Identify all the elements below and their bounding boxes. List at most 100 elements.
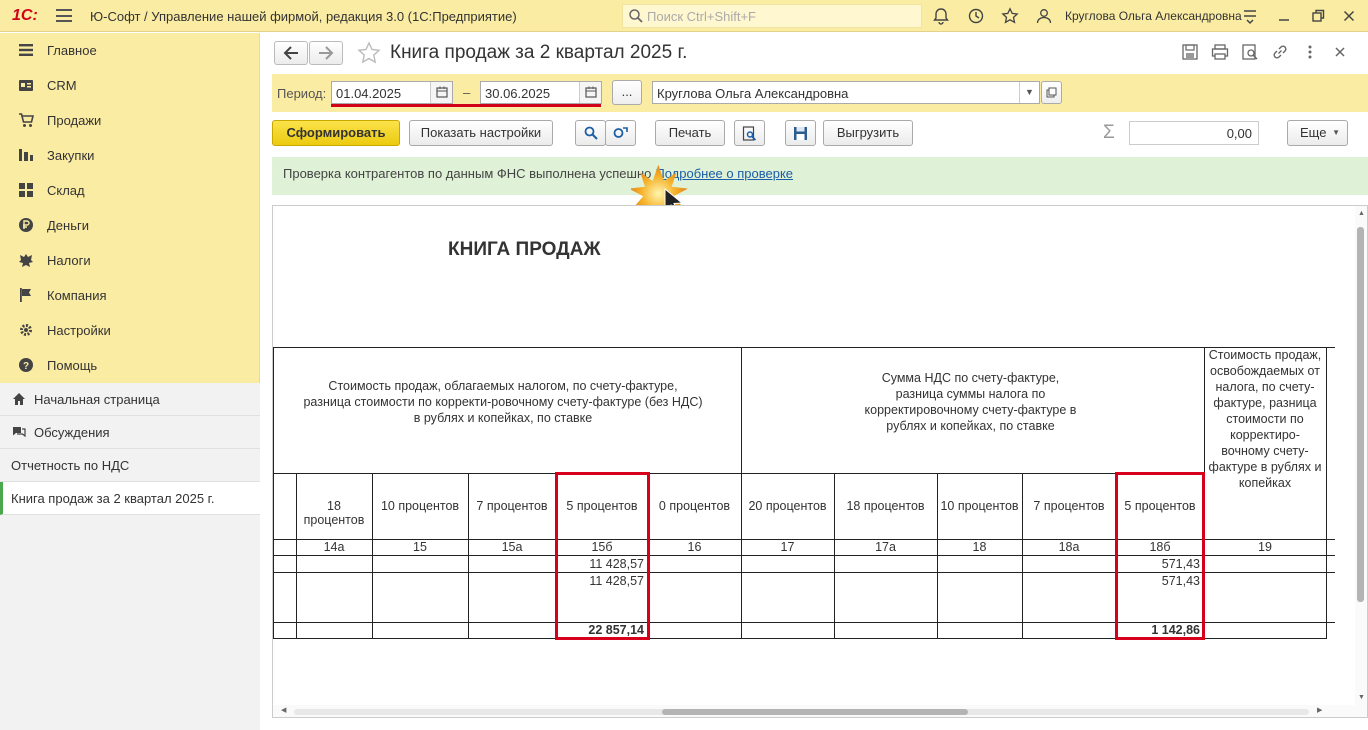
sum-field[interactable]: 0,00 xyxy=(1129,121,1259,145)
grid-line xyxy=(296,473,297,639)
column-code: 18 xyxy=(972,540,987,554)
save-icon[interactable] xyxy=(1181,43,1199,61)
notice-text: Проверка контрагентов по данным ФНС выпо… xyxy=(283,166,793,181)
sidebar-item-label: Склад xyxy=(47,183,85,198)
sidebar-item-sales[interactable]: Продажи xyxy=(0,103,260,138)
scroll-right-icon[interactable]: ▶ xyxy=(1317,706,1322,714)
main-menu-icon[interactable] xyxy=(56,9,72,22)
purchases-icon xyxy=(19,149,33,161)
grid-line xyxy=(372,473,373,639)
link-icon[interactable] xyxy=(1271,43,1289,61)
column-code: 18а xyxy=(1058,540,1080,554)
print-button[interactable]: Печать xyxy=(655,120,725,146)
arrow-left-icon xyxy=(283,46,298,60)
period-dash: – xyxy=(463,85,471,100)
period-highlight-underline xyxy=(331,104,601,107)
app-title: Ю-Софт / Управление нашей фирмой, редакц… xyxy=(90,9,517,24)
find-button[interactable] xyxy=(575,120,606,146)
horizontal-scrollbar[interactable]: ◀ ▶ xyxy=(273,705,1367,717)
column-header: 20 процентов xyxy=(748,499,827,513)
show-settings-button[interactable]: Показать настройки xyxy=(409,120,553,146)
vertical-scrollbar[interactable]: ▲ ▼ xyxy=(1355,206,1367,717)
crm-icon xyxy=(19,80,33,91)
nav-discussions[interactable]: Обсуждения xyxy=(0,416,260,449)
minimize-icon[interactable] xyxy=(1275,7,1293,25)
back-button[interactable] xyxy=(274,41,308,65)
scroll-up-icon[interactable]: ▲ xyxy=(1358,210,1365,217)
period-select-button[interactable]: ... xyxy=(612,80,642,105)
organization-field[interactable]: Круглова Ольга Александровна ▼ xyxy=(652,81,1040,104)
sidebar-item-purchases[interactable]: Закупки xyxy=(0,138,260,173)
verification-notice: Проверка контрагентов по данным ФНС выпо… xyxy=(272,157,1368,195)
column-code: 19 xyxy=(1258,540,1272,554)
open-organization-button[interactable] xyxy=(1041,81,1062,104)
group-header-sales-exempt: Стоимость продаж, освобождаемых от налог… xyxy=(1208,348,1322,490)
search-icon xyxy=(629,9,643,23)
sidebar-item-warehouse[interactable]: Склад xyxy=(0,173,260,208)
save-file-button[interactable] xyxy=(785,120,816,146)
close-window-icon[interactable] xyxy=(1340,7,1358,25)
report-spreadsheet[interactable]: КНИГА ПРОДАЖ Стоимость продаж, облагаемы… xyxy=(272,205,1368,718)
column-code: 14а xyxy=(323,540,345,554)
sidebar-item-money[interactable]: Деньги xyxy=(0,208,260,243)
nav-sales-book[interactable]: Книга продаж за 2 квартал 2025 г. xyxy=(0,482,260,515)
sidebar-item-help[interactable]: ? Помощь xyxy=(0,348,260,383)
star-icon[interactable] xyxy=(1001,7,1019,25)
sidebar-item-label: Главное xyxy=(47,43,97,58)
search-icon xyxy=(584,126,598,140)
more-vertical-icon[interactable] xyxy=(1301,43,1319,61)
sidebar-item-label: Помощь xyxy=(47,358,98,373)
search-input[interactable]: Поиск Ctrl+Shift+F xyxy=(622,4,922,28)
sidebar-item-taxes[interactable]: Налоги xyxy=(0,243,260,278)
settings-menu-icon[interactable] xyxy=(1241,7,1259,25)
bell-icon[interactable] xyxy=(932,7,950,25)
chevron-down-icon[interactable]: ▼ xyxy=(1019,82,1039,103)
nav-vat-reporting[interactable]: Отчетность по НДС xyxy=(0,449,260,482)
scroll-thumb[interactable] xyxy=(662,709,968,715)
date-to-field[interactable]: 30.06.2025 xyxy=(480,81,602,104)
emblem-icon xyxy=(19,254,33,267)
nav-label: Отчетность по НДС xyxy=(11,458,130,473)
grid-line xyxy=(1022,473,1023,639)
close-icon[interactable] xyxy=(1331,43,1349,61)
group-header-vat-amount: Сумма НДС по счету-фактуре, разница сумм… xyxy=(864,371,1077,433)
gear-icon xyxy=(20,324,32,336)
highlight-box-vat-5pct xyxy=(1115,472,1205,640)
scroll-down-icon[interactable]: ▼ xyxy=(1358,694,1365,701)
sidebar-item-label: Закупки xyxy=(47,148,95,163)
history-icon[interactable] xyxy=(967,7,985,25)
sidebar-item-main[interactable]: Главное xyxy=(0,33,260,68)
period-label: Период: xyxy=(277,86,327,101)
calendar-icon[interactable] xyxy=(430,82,452,103)
generate-button[interactable]: Сформировать xyxy=(272,120,400,146)
grid-line xyxy=(468,473,469,639)
print-icon[interactable] xyxy=(1211,43,1229,61)
sidebar-item-company[interactable]: Компания xyxy=(0,278,260,313)
calendar-icon[interactable] xyxy=(579,82,601,103)
column-code: 15а xyxy=(501,540,523,554)
scroll-thumb[interactable] xyxy=(1357,227,1364,602)
find-next-button[interactable] xyxy=(605,120,636,146)
menu-icon xyxy=(19,44,33,56)
open-icon xyxy=(1046,87,1057,98)
grid-line xyxy=(273,473,1204,474)
floppy-icon xyxy=(794,127,807,140)
sidebar-item-label: Компания xyxy=(47,288,107,303)
forward-button[interactable] xyxy=(309,41,343,65)
sidebar-item-crm[interactable]: CRM xyxy=(0,68,260,103)
favorite-star-icon[interactable] xyxy=(357,41,381,65)
export-button[interactable]: Выгрузить xyxy=(823,120,913,146)
preview-icon[interactable] xyxy=(1241,43,1259,61)
restore-icon[interactable] xyxy=(1309,7,1327,25)
sidebar-item-settings[interactable]: Настройки xyxy=(0,313,260,348)
nav-home[interactable]: Начальная страница xyxy=(0,383,260,416)
current-user[interactable]: Круглова Ольга Александровна xyxy=(1065,9,1242,23)
more-button[interactable]: Еще ▼ xyxy=(1287,120,1348,146)
sidebar-item-label: Настройки xyxy=(47,323,111,338)
print-preview-button[interactable] xyxy=(734,120,765,146)
chevron-down-icon: ▼ xyxy=(1332,128,1340,137)
date-from-field[interactable]: 01.04.2025 xyxy=(331,81,453,104)
scroll-left-icon[interactable]: ◀ xyxy=(281,706,286,714)
ruble-icon xyxy=(19,218,33,232)
users-icon[interactable] xyxy=(1035,7,1053,25)
